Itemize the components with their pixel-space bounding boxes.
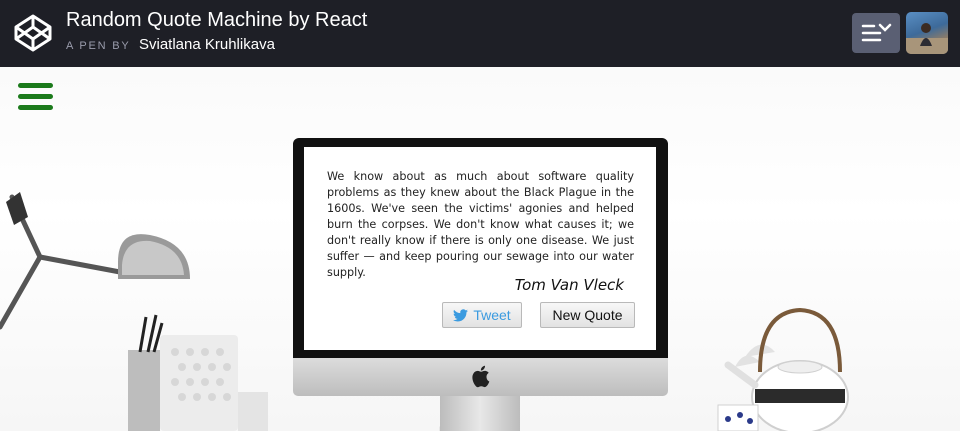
view-switcher-icon <box>861 23 892 42</box>
tweet-button[interactable]: Tweet <box>442 302 522 328</box>
author-link[interactable]: Sviatlana Kruhlikava <box>139 36 275 53</box>
hamburger-bar <box>18 105 53 110</box>
hamburger-bar <box>18 94 53 99</box>
hamburger-menu-icon[interactable] <box>18 83 54 111</box>
change-view-button[interactable] <box>852 13 900 53</box>
codepen-logo-icon[interactable] <box>12 12 54 54</box>
twitter-bird-icon <box>453 308 469 321</box>
pen-byline: A PEN BY Sviatlana Kruhlikava <box>66 36 275 54</box>
avatar-photo <box>906 23 948 54</box>
hamburger-bar <box>18 83 53 88</box>
pen-by-label: A PEN BY <box>66 40 131 52</box>
page-stage: We know about as much about software qua… <box>0 67 960 431</box>
quote-author: Tom Van Vleck <box>514 276 624 294</box>
new-quote-button[interactable]: New Quote <box>540 302 635 328</box>
apple-logo-icon <box>472 365 490 388</box>
tweet-label: Tweet <box>473 307 511 323</box>
user-avatar[interactable] <box>906 12 948 54</box>
monitor-stand <box>440 396 520 431</box>
pen-title: Random Quote Machine by React <box>66 9 368 31</box>
codepen-header: Random Quote Machine by React A PEN BY S… <box>0 0 960 67</box>
quote-text: We know about as much about software qua… <box>327 170 634 279</box>
quote-box: We know about as much about software qua… <box>304 147 656 350</box>
